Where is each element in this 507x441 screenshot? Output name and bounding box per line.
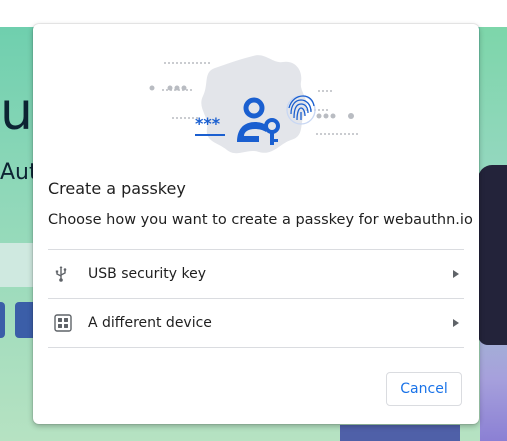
svg-text:***: *** — [195, 114, 221, 133]
chevron-right-icon — [448, 319, 464, 327]
divider — [48, 347, 464, 348]
background-button[interactable] — [0, 302, 5, 338]
background-subheading: Aut — [0, 160, 38, 185]
browser-viewport: ut Aut *** Create a passkey Choose how y… — [0, 0, 507, 441]
dialog-title: Create a passkey — [48, 179, 186, 198]
qr-code-icon — [48, 314, 88, 332]
option-different-device[interactable]: A different device — [48, 299, 464, 347]
dialog-subtitle: Choose how you want to create a passkey … — [48, 212, 473, 228]
chevron-right-icon — [448, 270, 464, 278]
passkey-illustration: *** — [149, 55, 358, 154]
option-usb-security-key[interactable]: USB security key — [48, 250, 464, 298]
usb-icon — [48, 266, 88, 282]
cancel-button[interactable]: Cancel — [386, 372, 462, 406]
create-passkey-dialog: *** Create a passkey Choose how you want… — [33, 24, 479, 424]
option-label: A different device — [88, 315, 212, 331]
option-label: USB security key — [88, 266, 207, 282]
page-top-strip — [0, 0, 507, 27]
background-person-illustration — [478, 165, 507, 345]
background-person-illustration — [340, 425, 460, 441]
